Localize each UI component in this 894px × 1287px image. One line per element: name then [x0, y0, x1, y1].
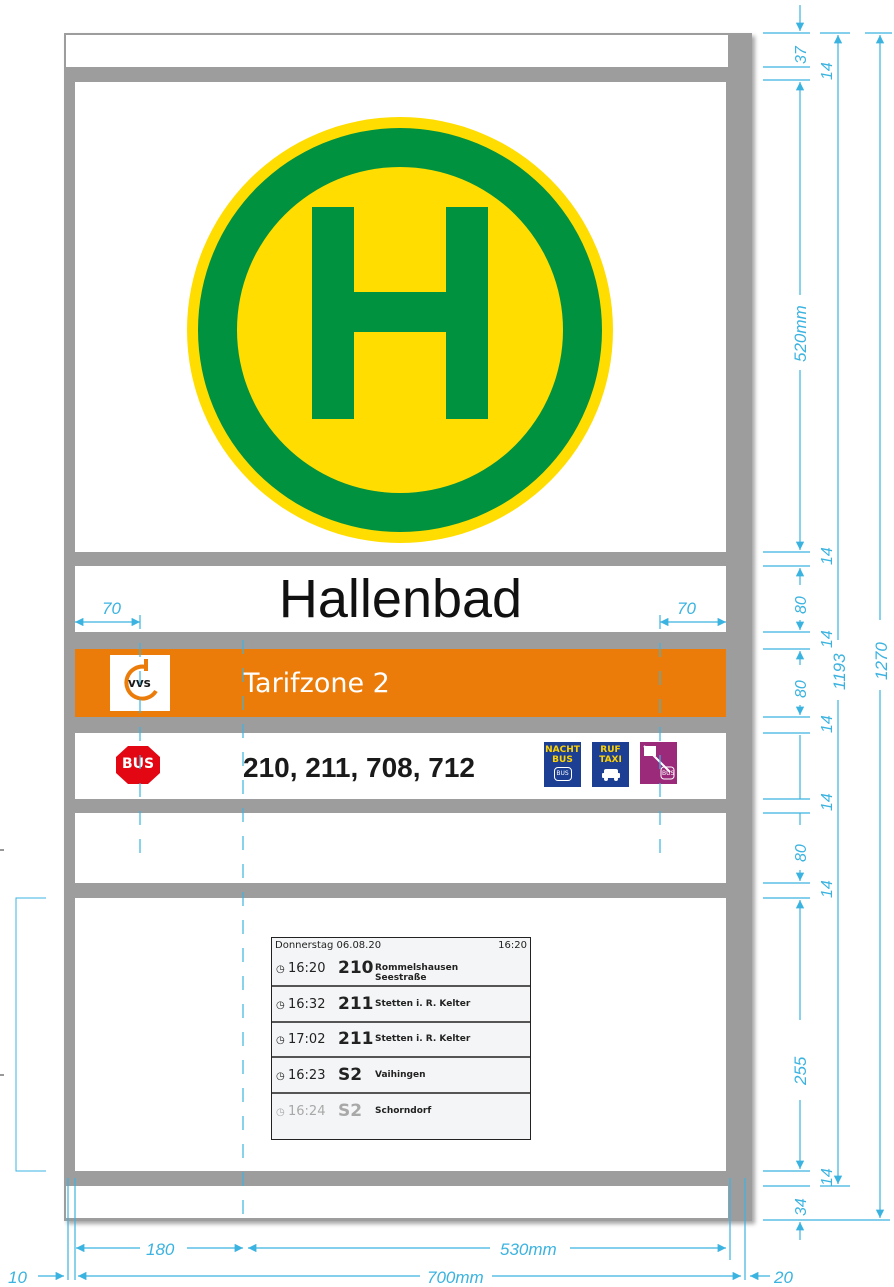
dim-right-gap1: 14 — [819, 62, 836, 80]
dim-inner-height: 1193 — [830, 653, 849, 690]
dimension-overlay: 70 70 180 530mm 10 700mm 20 37 14 520mm … — [0, 5, 892, 1287]
dim-right-margin: 70 — [677, 599, 696, 618]
dim-total-height: 1270 — [872, 642, 891, 680]
dim-bottom-left: 180 — [146, 1240, 175, 1259]
dim-right-zone: 80 — [793, 680, 810, 698]
dim-right-gap6: 14 — [819, 880, 836, 898]
dim-right-gap3: 14 — [819, 630, 836, 648]
dim-right-top: 37 — [793, 45, 810, 64]
dim-left-offset: 10 — [8, 1268, 27, 1287]
dim-bottom-right: 530mm — [500, 1240, 557, 1259]
dim-right-gap7: 14 — [819, 1168, 836, 1186]
dim-right-logo: 520mm — [791, 305, 810, 362]
dim-right-gap5: 14 — [819, 793, 836, 811]
dim-total-width: 700mm — [427, 1268, 484, 1287]
dim-right-bottom: 34 — [793, 1198, 810, 1216]
dim-right-offset: 20 — [773, 1268, 793, 1287]
dim-right-gap4: 14 — [819, 715, 836, 733]
dim-left-margin: 70 — [102, 599, 121, 618]
dim-right-screen: 255 — [791, 1056, 810, 1086]
dim-right-gap2: 14 — [819, 547, 836, 565]
dim-right-empty: 80 — [793, 844, 810, 862]
dim-right-name: 80 — [793, 596, 810, 614]
